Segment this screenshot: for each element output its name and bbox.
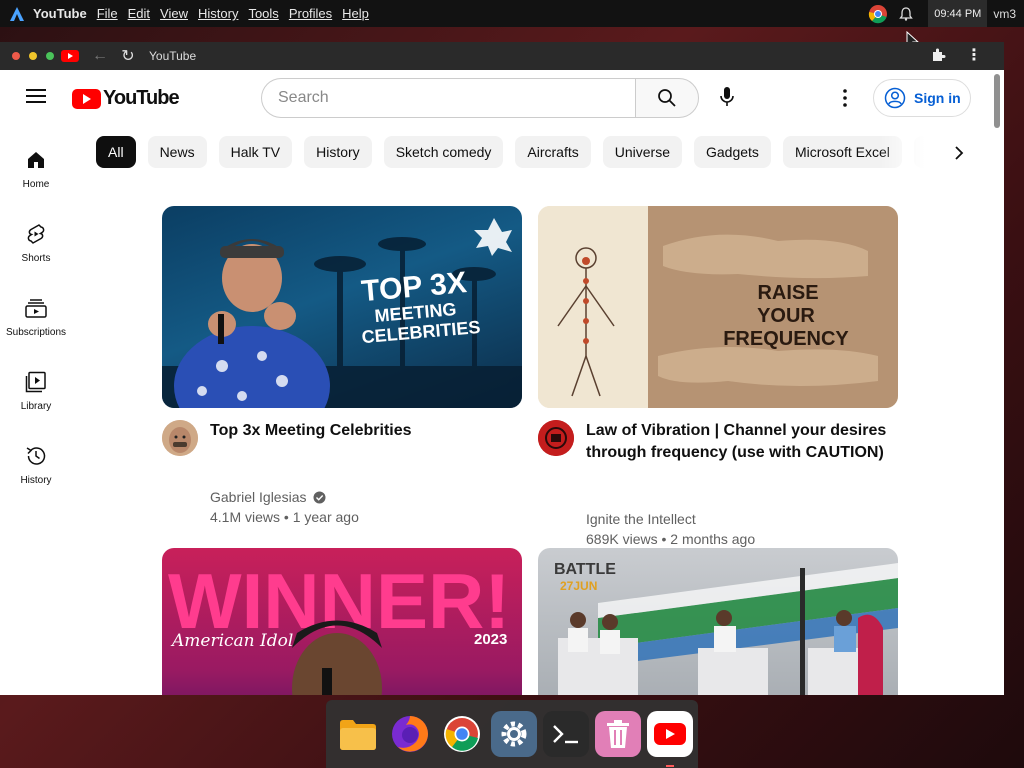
sidebar-item-library[interactable]: Library xyxy=(0,370,72,412)
channel-name[interactable]: Gabriel Iglesias xyxy=(210,489,326,505)
back-arrow-icon[interactable]: ← xyxy=(91,47,109,65)
extensions-icon[interactable] xyxy=(931,47,946,65)
thumb-text-line: BATTLE xyxy=(554,561,616,578)
video-thumbnail[interactable]: RAISE YOUR FREQUENCY xyxy=(538,206,898,408)
chevron-right-icon xyxy=(955,146,964,160)
video-thumbnail[interactable]: WINNER! American Idol 2023 xyxy=(162,548,522,695)
clock[interactable]: 09:44 PM xyxy=(928,0,988,27)
settings-more-button[interactable] xyxy=(833,84,857,112)
chrome-icon[interactable] xyxy=(439,711,485,757)
sign-in-button[interactable]: Sign in xyxy=(873,79,971,117)
thumb-text-line: 27JUN xyxy=(560,579,597,593)
thumbnail-artwork: WINNER! American Idol 2023 xyxy=(168,557,510,695)
thumb-text-line: RAISE xyxy=(757,282,818,304)
search-icon xyxy=(658,89,676,107)
firefox-icon[interactable] xyxy=(387,711,433,757)
thumbnail-artwork: TOP 3X MEETING CELEBRITIES xyxy=(162,218,522,408)
menu-history[interactable]: History xyxy=(198,6,238,21)
chip-fade xyxy=(880,134,944,172)
thumbnail-artwork: RAISE YOUR FREQUENCY xyxy=(538,206,898,408)
bell-icon[interactable] xyxy=(896,4,916,24)
sidebar-item-subscriptions[interactable]: Subscriptions xyxy=(0,296,72,338)
history-icon xyxy=(24,444,48,468)
app-name: YouTube xyxy=(33,6,87,21)
menu-view[interactable]: View xyxy=(160,6,188,21)
thumbnail-artwork: BATTLE 27JUN xyxy=(554,561,898,695)
system-top-bar: YouTube File Edit View History Tools Pro… xyxy=(0,0,1024,27)
page-scrollbar-thumb[interactable] xyxy=(994,74,1000,128)
account-icon xyxy=(884,87,906,109)
active-app-indicator xyxy=(666,765,674,767)
chip-sketch-comedy[interactable]: Sketch comedy xyxy=(383,136,504,168)
thumb-text-line: American Idol xyxy=(170,631,293,651)
user-name[interactable]: vm3 xyxy=(987,7,1024,21)
video-thumbnail[interactable]: BATTLE 27JUN xyxy=(538,548,898,695)
chip-all[interactable]: All xyxy=(96,136,136,168)
search-input[interactable] xyxy=(278,89,636,107)
files-icon[interactable] xyxy=(335,711,381,757)
thumb-text-line: YOUR xyxy=(757,305,815,327)
microphone-icon xyxy=(720,87,734,106)
chip-history[interactable]: History xyxy=(304,136,372,168)
video-title[interactable]: Law of Vibration | Channel your desires … xyxy=(586,420,886,464)
thumb-text-line: 2023 xyxy=(474,631,507,648)
chip-halk-tv[interactable]: Halk TV xyxy=(218,136,293,168)
menu-edit[interactable]: Edit xyxy=(128,6,150,21)
category-chip-bar: All News Halk TV History Sketch comedy A… xyxy=(96,136,956,170)
home-icon xyxy=(24,148,48,172)
reload-icon[interactable]: ↻ xyxy=(119,46,137,66)
channel-name[interactable]: Ignite the Intellect xyxy=(586,511,696,527)
chip-gadgets[interactable]: Gadgets xyxy=(694,136,771,168)
youtube-favicon-icon xyxy=(61,50,79,62)
settings-icon[interactable] xyxy=(491,711,537,757)
close-window-button[interactable] xyxy=(12,52,20,60)
trash-icon[interactable] xyxy=(595,711,641,757)
channel-avatar[interactable] xyxy=(162,420,198,456)
channel-avatar[interactable] xyxy=(538,420,574,456)
video-title[interactable]: Top 3x Meeting Celebrities xyxy=(210,420,412,442)
thumb-text-line: FREQUENCY xyxy=(723,328,849,350)
voice-search-button[interactable] xyxy=(712,82,742,112)
sidebar-item-shorts[interactable]: Shorts xyxy=(0,222,72,264)
library-icon xyxy=(24,370,48,394)
subscriptions-icon xyxy=(24,296,48,320)
vertical-dots-icon xyxy=(843,89,847,107)
youtube-icon[interactable] xyxy=(647,711,693,767)
youtube-header: YouTube Sign in xyxy=(0,70,1004,126)
browser-titlebar: ← ↻ YouTube ⋮ xyxy=(0,42,1004,70)
browser-window: ← ↻ YouTube ⋮ YouTube Sign in xyxy=(0,42,1004,695)
youtube-play-icon xyxy=(72,88,101,109)
kebab-menu-icon[interactable]: ⋮ xyxy=(966,45,982,65)
chip-aircrafts[interactable]: Aircrafts xyxy=(515,136,591,168)
menu-help[interactable]: Help xyxy=(342,6,369,21)
video-meta: 4.1M views • 1 year ago xyxy=(210,509,359,525)
shorts-icon xyxy=(24,222,48,246)
menu-file[interactable]: File xyxy=(97,6,118,21)
app-logo-icon xyxy=(9,6,25,22)
chip-news[interactable]: News xyxy=(147,136,207,168)
minimize-window-button[interactable] xyxy=(29,52,37,60)
maximize-window-button[interactable] xyxy=(46,52,54,60)
dock-bar xyxy=(326,700,698,768)
hamburger-menu-icon[interactable] xyxy=(26,89,46,103)
chip-universe[interactable]: Universe xyxy=(602,136,682,168)
video-thumbnail[interactable]: TOP 3X MEETING CELEBRITIES xyxy=(162,206,522,408)
chip-next-button[interactable] xyxy=(946,140,972,166)
search-button[interactable] xyxy=(635,78,699,118)
terminal-icon[interactable] xyxy=(543,711,589,757)
menu-tools[interactable]: Tools xyxy=(248,6,278,21)
search-box xyxy=(261,78,636,118)
video-meta: 689K views • 2 months ago xyxy=(586,531,756,547)
menu-profiles[interactable]: Profiles xyxy=(289,6,332,21)
tab-title: YouTube xyxy=(149,49,197,63)
youtube-logo[interactable]: YouTube xyxy=(72,87,180,110)
verified-badge-icon xyxy=(313,491,325,503)
chrome-icon[interactable] xyxy=(868,4,888,24)
sidebar-item-home[interactable]: Home xyxy=(0,148,72,190)
sidebar-item-history[interactable]: History xyxy=(0,444,72,486)
